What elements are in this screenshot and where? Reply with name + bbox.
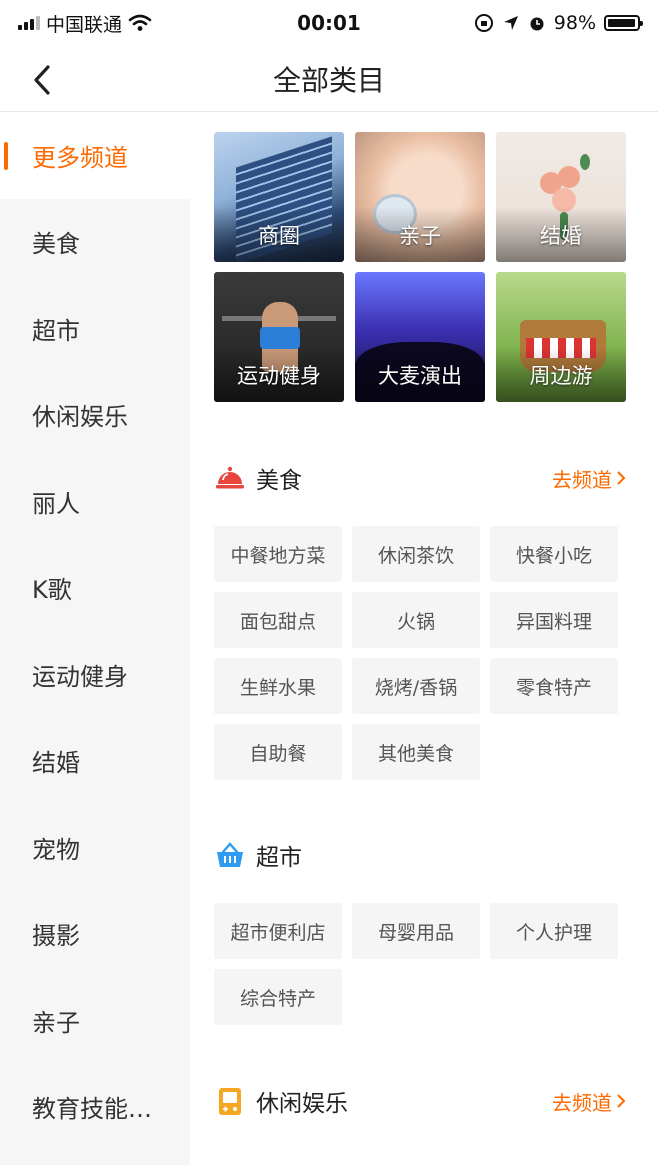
sidebar-item-parenting[interactable]: 亲子 xyxy=(0,977,190,1064)
sidebar-item-pets[interactable]: 宠物 xyxy=(0,804,190,891)
tag-button[interactable]: 个人护理 xyxy=(490,903,618,959)
section-supermarket: 超市 超市便利店 母婴用品 个人护理 综合特产 xyxy=(214,835,628,1025)
sidebar-item-label: 超市 xyxy=(32,316,80,345)
page-title: 全部类目 xyxy=(272,63,385,97)
sidebar-item-more-channels[interactable]: 更多频道 xyxy=(0,112,190,199)
chevron-right-icon xyxy=(617,471,626,485)
sidebar-item-label: 美食 xyxy=(32,230,80,259)
channel-label: 结婚 xyxy=(540,224,582,248)
channel-card-parenting[interactable]: 亲子 xyxy=(355,132,485,262)
sidebar-item-label: 更多频道 xyxy=(32,143,128,172)
go-to-channel-label: 去频道 xyxy=(552,1090,612,1115)
status-bar: 中国联通 00:01 98% xyxy=(0,0,658,46)
sidebar-item-label: 宠物 xyxy=(32,835,80,864)
channel-label: 商圈 xyxy=(258,224,300,248)
chevron-left-icon xyxy=(34,65,50,95)
sidebar-item-label: 运动健身 xyxy=(32,662,128,691)
game-console-icon xyxy=(214,1085,246,1117)
sidebar-item-education[interactable]: 教育技能… xyxy=(0,1064,190,1151)
tag-button[interactable]: 超市便利店 xyxy=(214,903,342,959)
signal-strength-icon xyxy=(18,16,40,30)
category-content: 商圈 亲子 结婚 运动健身 大麦演出 周边游 美食 去频道 中餐地方菜 休闲茶饮… xyxy=(190,112,658,1165)
sidebar-item-photography[interactable]: 摄影 xyxy=(0,891,190,978)
sidebar-item-label: 亲子 xyxy=(32,1008,80,1037)
sidebar-item-beauty[interactable]: 丽人 xyxy=(0,458,190,545)
carrier-name: 中国联通 xyxy=(46,13,123,36)
tag-button[interactable]: 休闲茶饮 xyxy=(352,526,480,582)
sidebar-item-label: 休闲娱乐 xyxy=(32,403,128,432)
sidebar-item-fitness[interactable]: 运动健身 xyxy=(0,631,190,718)
shopping-basket-icon xyxy=(214,839,246,871)
section-title: 超市 xyxy=(256,845,302,871)
sidebar-item-label: 教育技能… xyxy=(32,1095,152,1124)
tag-button[interactable]: 中餐地方菜 xyxy=(214,526,342,582)
go-to-channel-link[interactable]: 去频道 xyxy=(552,1081,626,1121)
channel-grid: 商圈 亲子 结婚 运动健身 大麦演出 周边游 xyxy=(214,132,628,402)
food-cloche-icon xyxy=(214,462,246,494)
section-leisure: 休闲娱乐 去频道 xyxy=(214,1081,628,1165)
sidebar-item-label: 丽人 xyxy=(32,489,80,518)
tag-button[interactable]: 其他美食 xyxy=(352,724,480,780)
tag-grid: 超市便利店 母婴用品 个人护理 综合特产 xyxy=(214,903,628,1025)
section-title: 休闲娱乐 xyxy=(256,1091,348,1117)
sidebar-item-karaoke[interactable]: K歌 xyxy=(0,545,190,632)
tag-button[interactable]: 零食特产 xyxy=(490,658,618,714)
channel-card-nearby-travel[interactable]: 周边游 xyxy=(496,272,626,402)
category-sidebar: 更多频道 美食 超市 休闲娱乐 丽人 K歌 运动健身 结婚 宠物 摄影 亲子 教… xyxy=(0,112,190,1165)
section-food: 美食 去频道 中餐地方菜 休闲茶饮 快餐小吃 面包甜点 火锅 异国料理 生鲜水果… xyxy=(214,458,628,780)
channel-label: 周边游 xyxy=(529,364,593,388)
tag-button[interactable]: 自助餐 xyxy=(214,724,342,780)
battery-percent: 98% xyxy=(553,12,596,34)
go-to-channel-label: 去频道 xyxy=(552,467,612,492)
tag-button[interactable]: 异国料理 xyxy=(490,592,618,648)
tag-button[interactable]: 快餐小吃 xyxy=(490,526,618,582)
channel-label: 大麦演出 xyxy=(378,364,462,388)
wifi-icon xyxy=(128,14,152,31)
channel-label: 运动健身 xyxy=(237,364,321,388)
section-title: 美食 xyxy=(256,468,302,494)
status-time: 00:01 xyxy=(297,11,361,35)
sidebar-item-label: 结婚 xyxy=(32,749,80,778)
sidebar-item-label: 摄影 xyxy=(32,922,80,951)
channel-label: 亲子 xyxy=(399,224,441,248)
sidebar-item-supermarket[interactable]: 超市 xyxy=(0,285,190,372)
tag-grid: 中餐地方菜 休闲茶饮 快餐小吃 面包甜点 火锅 异国料理 生鲜水果 烧烤/香锅 … xyxy=(214,526,628,780)
alarm-clock-icon xyxy=(530,17,544,31)
tag-button[interactable]: 面包甜点 xyxy=(214,592,342,648)
sidebar-item-leisure[interactable]: 休闲娱乐 xyxy=(0,372,190,459)
tag-button[interactable]: 烧烤/香锅 xyxy=(352,658,480,714)
tag-button[interactable]: 母婴用品 xyxy=(352,903,480,959)
channel-card-wedding[interactable]: 结婚 xyxy=(496,132,626,262)
channel-card-concert[interactable]: 大麦演出 xyxy=(355,272,485,402)
go-to-channel-link[interactable]: 去频道 xyxy=(552,458,626,498)
sidebar-item-wedding[interactable]: 结婚 xyxy=(0,718,190,805)
chevron-right-icon xyxy=(617,1094,626,1108)
rotation-lock-icon xyxy=(474,14,493,32)
channel-card-mall[interactable]: 商圈 xyxy=(214,132,344,262)
sidebar-item-label: K歌 xyxy=(32,576,72,605)
location-arrow-icon xyxy=(503,16,518,30)
tag-button[interactable]: 火锅 xyxy=(352,592,480,648)
battery-icon xyxy=(604,15,643,31)
navigation-bar: 全部类目 xyxy=(0,46,658,112)
tag-button[interactable]: 生鲜水果 xyxy=(214,658,342,714)
tag-button[interactable]: 综合特产 xyxy=(214,969,342,1025)
sidebar-item-food[interactable]: 美食 xyxy=(0,199,190,286)
channel-card-fitness[interactable]: 运动健身 xyxy=(214,272,344,402)
back-button[interactable] xyxy=(22,60,62,100)
